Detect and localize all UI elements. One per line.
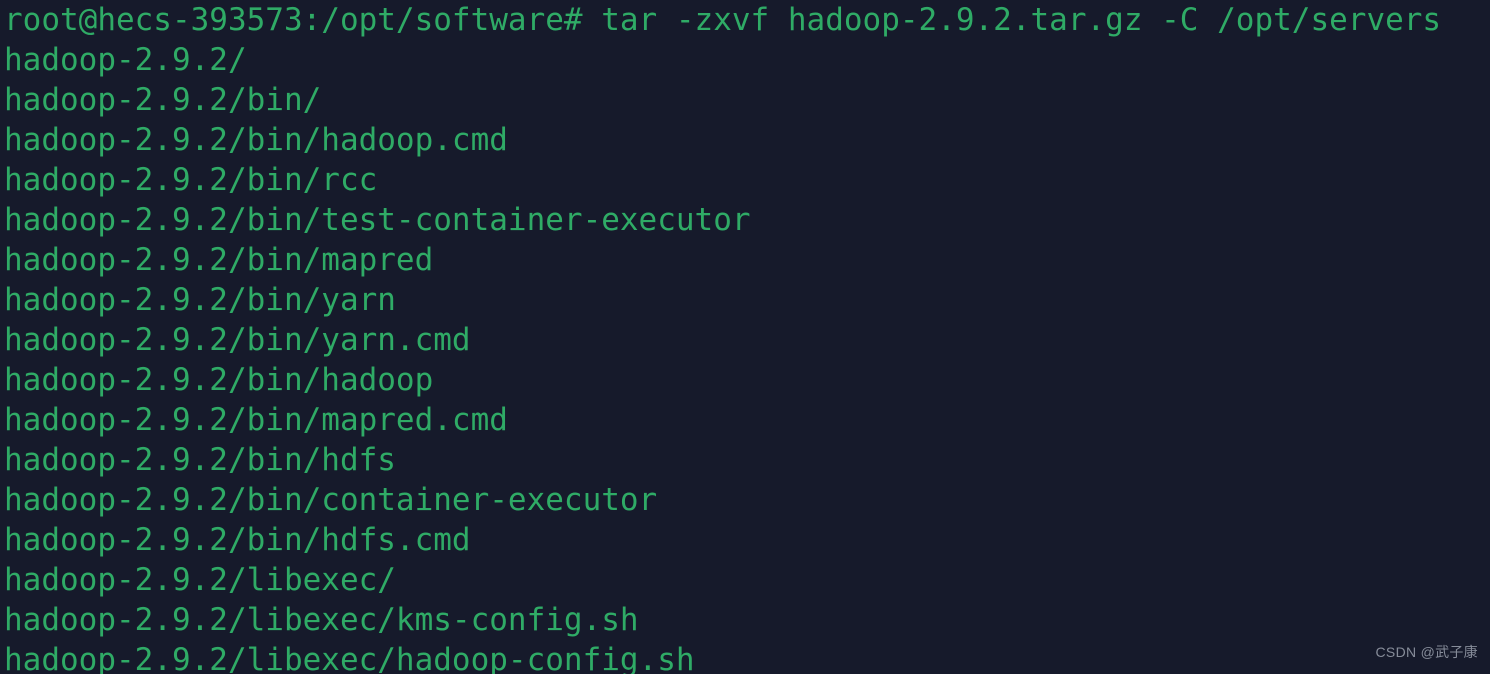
terminal-output-line: hadoop-2.9.2/bin/test-container-executor: [4, 202, 751, 238]
terminal-output-line: hadoop-2.9.2/bin/mapred: [4, 242, 434, 278]
terminal-output-line: hadoop-2.9.2/libexec/hadoop-config.sh: [4, 642, 695, 674]
terminal-output-line: hadoop-2.9.2/bin/container-executor: [4, 482, 658, 518]
terminal-output-line: hadoop-2.9.2/bin/hadoop: [4, 362, 434, 398]
terminal-output-line: hadoop-2.9.2/libexec/kms-config.sh: [4, 602, 639, 638]
terminal-output-line: hadoop-2.9.2/bin/yarn.cmd: [4, 322, 471, 358]
terminal-window[interactable]: root@hecs-393573:/opt/software# tar -zxv…: [0, 0, 1490, 674]
terminal-output-line: hadoop-2.9.2/bin/yarn: [4, 282, 396, 318]
terminal-prompt-line: root@hecs-393573:/opt/software# tar -zxv…: [4, 2, 1442, 38]
terminal-output-line: hadoop-2.9.2/bin/hadoop.cmd: [4, 122, 508, 158]
terminal-output-line: hadoop-2.9.2/: [4, 42, 247, 78]
terminal-output-line: hadoop-2.9.2/bin/hdfs: [4, 442, 396, 478]
terminal-output-line: hadoop-2.9.2/bin/hdfs.cmd: [4, 522, 471, 558]
terminal-output-line: hadoop-2.9.2/bin/rcc: [4, 162, 378, 198]
terminal-output-line: hadoop-2.9.2/bin/mapred.cmd: [4, 402, 508, 438]
terminal-output-line: hadoop-2.9.2/libexec/: [4, 562, 396, 598]
terminal-output-line: hadoop-2.9.2/bin/: [4, 82, 322, 118]
terminal-screen: root@hecs-393573:/opt/software# tar -zxv…: [4, 0, 1490, 674]
